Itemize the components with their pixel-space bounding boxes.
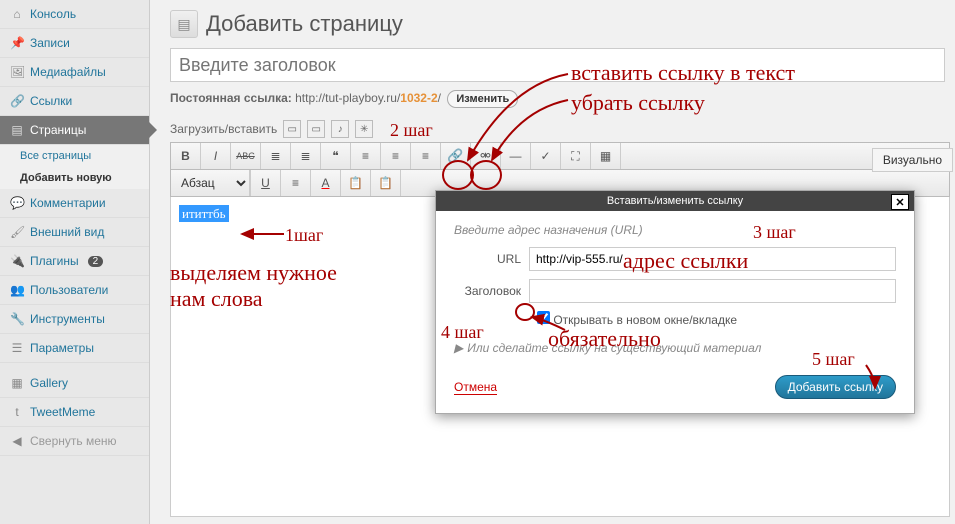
sidebar-item-appearance[interactable]: 🖌Внешний вид (0, 218, 149, 247)
collapse-icon: ◀ (10, 434, 24, 448)
remove-link-button[interactable]: ⚮ (471, 143, 501, 169)
pin-icon: 📌 (10, 36, 24, 50)
sidebar-item-tools[interactable]: 🔧Инструменты (0, 305, 149, 334)
underline-button[interactable]: U (251, 170, 281, 196)
link-icon: 🔗 (10, 94, 24, 108)
existing-link-toggle[interactable]: ▶Или сделайте ссылку на существующий мат… (454, 341, 896, 355)
add-link-button[interactable]: Добавить ссылку (775, 375, 896, 399)
tools-icon: 🔧 (10, 312, 24, 326)
color-button[interactable]: A (311, 170, 341, 196)
italic-button[interactable]: I (201, 143, 231, 169)
plugin-badge: 2 (88, 256, 104, 267)
sidebar-item-settings[interactable]: ☰Параметры (0, 334, 149, 363)
edit-slug-button[interactable]: Изменить (447, 90, 518, 108)
fullscreen-button[interactable]: ⛶ (561, 143, 591, 169)
sidebar-sub-all[interactable]: Все страницы (0, 145, 149, 167)
cancel-button[interactable]: Отмена (454, 380, 497, 395)
ul-button[interactable]: ≣ (261, 143, 291, 169)
align-center-button[interactable]: ≡ (381, 143, 411, 169)
title-label: Заголовок (454, 284, 529, 298)
media-video-button[interactable]: ▭ (307, 120, 325, 138)
gallery-icon: ▦ (10, 376, 24, 390)
media-other-button[interactable]: ✳ (355, 120, 373, 138)
new-tab-checkbox[interactable] (537, 311, 550, 324)
sidebar-item-media[interactable]: 🖼Медиафайлы (0, 58, 149, 87)
sidebar-item-pages[interactable]: ▤Страницы (0, 116, 149, 145)
link-title-input[interactable] (529, 279, 896, 303)
post-title-input[interactable] (170, 48, 945, 82)
comment-icon: 💬 (10, 196, 24, 210)
upload-row: Загрузить/вставить ▭ ▭ ♪ ✳ (170, 120, 945, 138)
modal-close-button[interactable]: ✕ (891, 194, 909, 210)
permalink-row: Постоянная ссылка: http://tut-playboy.ru… (170, 90, 945, 108)
home-icon: ⌂ (10, 7, 24, 21)
users-icon: 👥 (10, 283, 24, 297)
tweet-icon: t (10, 405, 24, 419)
editor-tabs: Визуально (872, 148, 953, 172)
sidebar-item-links[interactable]: 🔗Ссылки (0, 87, 149, 116)
more-button[interactable]: — (501, 143, 531, 169)
format-select[interactable]: Абзац (171, 170, 250, 196)
sidebar-item-console[interactable]: ⌂Консоль (0, 0, 149, 29)
sidebar-item-posts[interactable]: 📌Записи (0, 29, 149, 58)
quote-button[interactable]: ❝ (321, 143, 351, 169)
insert-link-button[interactable]: 🔗 (441, 143, 471, 169)
sidebar-item-tweetmeme[interactable]: tTweetMeme (0, 398, 149, 427)
url-input[interactable] (529, 247, 896, 271)
link-modal: Вставить/изменить ссылку ✕ Введите адрес… (435, 190, 915, 414)
modal-header[interactable]: Вставить/изменить ссылку ✕ (436, 191, 914, 211)
toolbar-row-1: B I ABC ≣ ≣ ❝ ≡ ≡ ≡ 🔗 ⚮ — ✓ ⛶ ▦ (170, 142, 950, 170)
settings-icon: ☰ (10, 341, 24, 355)
plugin-icon: 🔌 (10, 254, 24, 268)
tab-visual[interactable]: Визуально (872, 148, 953, 172)
page-icon: ▤ (10, 123, 24, 137)
media-image-button[interactable]: ▭ (283, 120, 301, 138)
sidebar-item-users[interactable]: 👥Пользователи (0, 276, 149, 305)
page-title: ▤ Добавить страницу (170, 5, 945, 48)
page-title-icon: ▤ (170, 10, 198, 38)
spell-button[interactable]: ✓ (531, 143, 561, 169)
ol-button[interactable]: ≣ (291, 143, 321, 169)
appearance-icon: 🖌 (10, 225, 24, 239)
strike-button[interactable]: ABC (231, 143, 261, 169)
align-right-button[interactable]: ≡ (411, 143, 441, 169)
media-audio-button[interactable]: ♪ (331, 120, 349, 138)
sidebar-collapse[interactable]: ◀Свернуть меню (0, 427, 149, 456)
arrow-right-icon: ▶ (454, 341, 463, 355)
modal-hint: Введите адрес назначения (URL) (454, 223, 896, 237)
paste-text-button[interactable]: 📋 (341, 170, 371, 196)
sidebar-item-plugins[interactable]: 🔌Плагины2 (0, 247, 149, 276)
bold-button[interactable]: B (171, 143, 201, 169)
sidebar-item-comments[interactable]: 💬Комментарии (0, 189, 149, 218)
paste-word-button[interactable]: 📋 (371, 170, 401, 196)
url-label: URL (454, 252, 529, 266)
kitchensink-button[interactable]: ▦ (591, 143, 621, 169)
align-left-button[interactable]: ≡ (351, 143, 381, 169)
selected-text: ититтбь (179, 205, 229, 222)
sidebar-sub-add[interactable]: Добавить новую (0, 167, 149, 189)
media-icon: 🖼 (10, 65, 24, 79)
sidebar-item-gallery[interactable]: ▦Gallery (0, 369, 149, 398)
justify-button[interactable]: ≡ (281, 170, 311, 196)
admin-sidebar: ⌂Консоль 📌Записи 🖼Медиафайлы 🔗Ссылки ▤Ст… (0, 0, 150, 524)
